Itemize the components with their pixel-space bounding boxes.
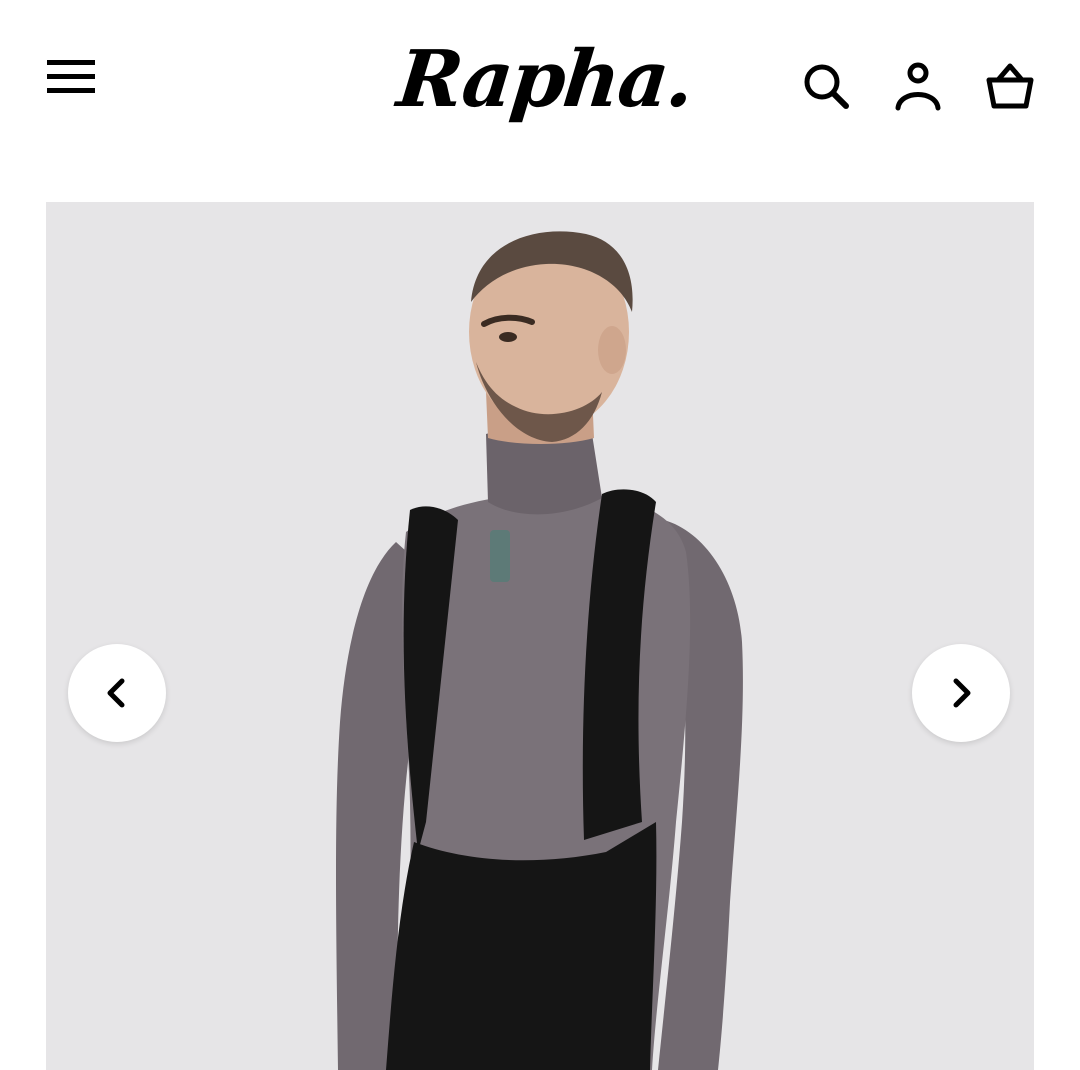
site-header: Rapha. [0,0,1080,200]
brand-logo[interactable]: Rapha. [393,14,697,144]
chevron-right-icon [953,678,971,708]
basket-icon [986,63,1034,109]
search-button[interactable] [798,58,854,114]
brand-logo-text: Rapha. [393,33,697,125]
product-photo [46,202,1034,1070]
basket-button[interactable] [982,58,1038,114]
product-image-gallery [46,202,1034,1070]
search-icon [804,64,849,109]
account-icon [895,62,941,111]
menu-button[interactable] [40,50,102,102]
hamburger-menu-icon [47,60,95,93]
next-image-button[interactable] [912,644,1010,742]
chevron-left-icon [107,678,125,708]
previous-image-button[interactable] [68,644,166,742]
account-button[interactable] [890,58,946,114]
